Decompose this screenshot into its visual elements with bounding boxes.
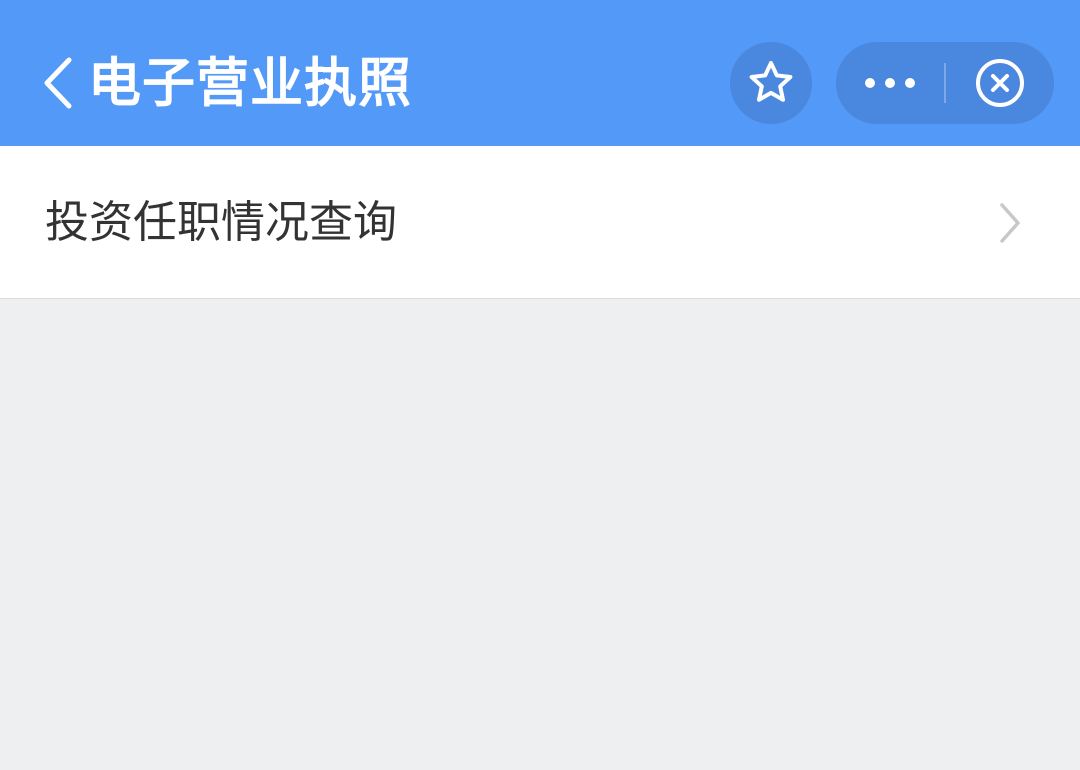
back-chevron-icon xyxy=(40,54,76,112)
investment-position-query-item[interactable]: 投资任职情况查询 xyxy=(0,146,1080,299)
list-item-label: 投资任职情况查询 xyxy=(45,197,397,248)
close-button[interactable] xyxy=(946,42,1054,124)
page-title: 电子营业执照 xyxy=(88,53,412,114)
top-app-bar: 电子营业执照 xyxy=(0,0,1080,146)
more-button[interactable] xyxy=(836,42,944,124)
more-dots-icon xyxy=(861,73,919,93)
close-circle-icon xyxy=(973,56,1027,110)
mini-program-capsule xyxy=(836,42,1054,124)
favorite-button[interactable] xyxy=(730,42,812,124)
star-icon xyxy=(745,57,797,109)
chevron-right-icon xyxy=(995,195,1025,251)
back-button[interactable] xyxy=(30,42,86,124)
